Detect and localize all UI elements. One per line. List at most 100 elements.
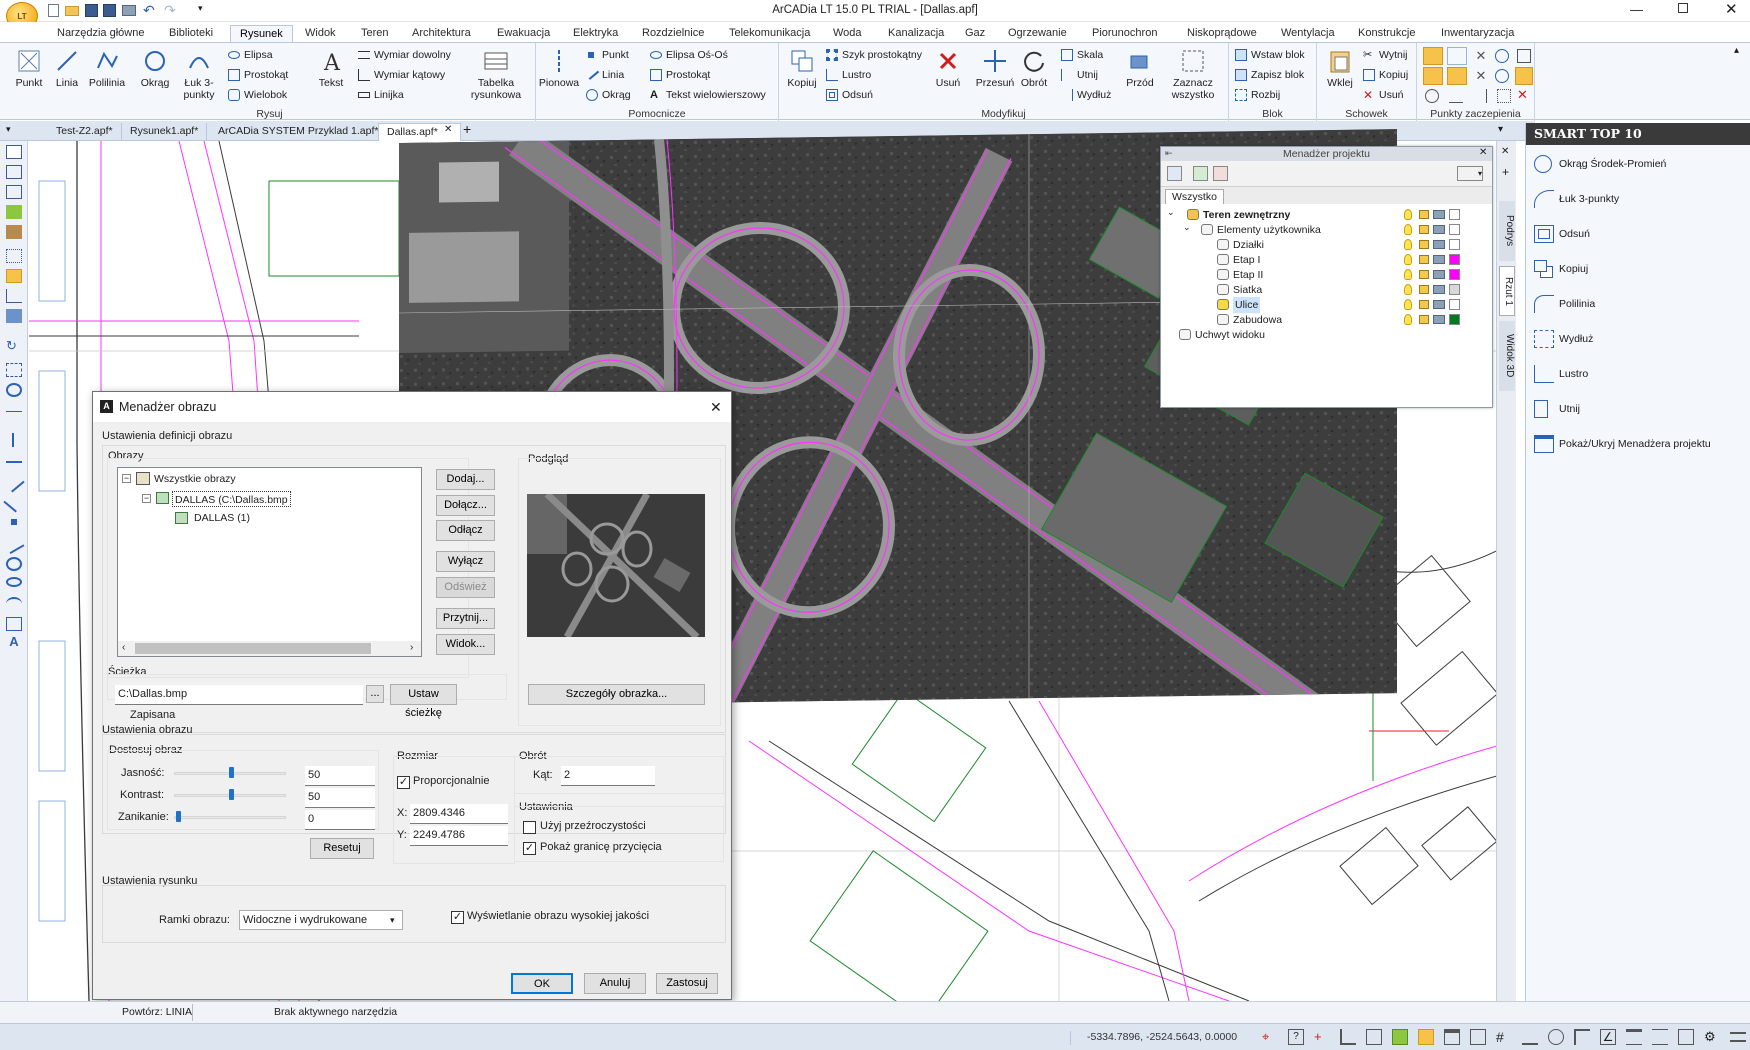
tree-item-all[interactable]: Wszystkie obrazy [154, 471, 236, 487]
visibility-bulb-icon[interactable] [1404, 284, 1412, 295]
ortho-icon[interactable] [1340, 1029, 1356, 1045]
zaznacz-button[interactable]: Zaznacz wszystko [1164, 46, 1222, 102]
x-input[interactable]: 2809.4346 [410, 804, 508, 824]
sort-icon[interactable] [1652, 1029, 1668, 1045]
tab-architektura[interactable]: Architektura [403, 25, 480, 42]
kopiuj-button[interactable]: Kopiuj [781, 46, 823, 102]
tab-teren[interactable]: Teren [352, 25, 398, 42]
lock-icon[interactable] [1419, 300, 1429, 309]
tab-telekomunikacja[interactable]: Telekomunikacja [720, 25, 819, 42]
tree-item-dallas-1[interactable]: DALLAS (1) [194, 510, 250, 526]
qat-menu-chevron-icon[interactable]: ▾ [198, 3, 203, 14]
cursor-icon[interactable]: + [1314, 1029, 1330, 1045]
viewports-icon[interactable] [1678, 1029, 1694, 1045]
visibility-bulb-icon[interactable] [1404, 239, 1412, 250]
punkt-button[interactable]: Punkt [8, 46, 50, 102]
tool-regen-icon[interactable]: ↻ [6, 339, 22, 353]
smart-item-okrag[interactable]: Okrąg Środek-Promień [1526, 151, 1750, 177]
snap-ortho-icon[interactable] [1425, 89, 1439, 103]
pm-tree-item[interactable]: Etap I [1161, 252, 1492, 268]
tool-line2-icon[interactable] [3, 491, 25, 513]
tab-kanalizacja[interactable]: Kanalizacja [879, 25, 953, 42]
tool-text-icon[interactable]: A [6, 635, 22, 649]
zastosuj-button[interactable]: Zastosuj [656, 973, 718, 994]
path-input[interactable]: C:\Dallas.bmp [115, 685, 363, 705]
layer-color-swatch[interactable] [1449, 269, 1460, 280]
tool-window-icon[interactable] [6, 145, 22, 159]
snap-extension-icon[interactable] [1497, 89, 1511, 103]
schowek-usun-button[interactable]: ✕ Usuń [1361, 87, 1404, 103]
layer-color-swatch[interactable] [1449, 314, 1460, 325]
doc-tab-przyklad[interactable]: ArCADia SYSTEM Przyklad 1.apf* [210, 123, 388, 141]
pm-tree-item[interactable]: Siatka [1161, 282, 1492, 298]
open-folder-icon[interactable] [65, 6, 79, 16]
pm-tree-item[interactable]: Działki [1161, 237, 1492, 253]
layer-color-swatch[interactable] [1449, 299, 1460, 310]
ok-button[interactable]: OK [511, 973, 573, 994]
tree-expander-icon[interactable]: ⌄ [1167, 207, 1175, 218]
skala-button[interactable]: Skala [1059, 47, 1103, 63]
pm-tree-item[interactable]: Zabudowa [1161, 312, 1492, 328]
layer-color-swatch[interactable] [1449, 224, 1460, 235]
snap-endpoint-icon[interactable] [1423, 47, 1443, 65]
kontrast-input[interactable]: 50 [305, 788, 375, 808]
lock-icon[interactable] [1419, 225, 1429, 234]
pm-add-green-icon[interactable] [1193, 166, 1208, 181]
przesun-button[interactable]: Przesuń [974, 46, 1016, 102]
angle-icon[interactable]: ∠ [1600, 1029, 1616, 1045]
visibility-bulb-icon[interactable] [1404, 209, 1412, 220]
smart-item-wydluz[interactable]: Wydłuż [1526, 326, 1750, 352]
wytnij-button[interactable]: ✂ Wytnij [1361, 47, 1408, 63]
tab-inwentaryzacja[interactable]: Inwentaryzacja [1432, 25, 1523, 42]
dodaj-button[interactable]: Dodaj... [436, 469, 495, 490]
proporcjonalnie-checkbox[interactable]: ✓ [397, 776, 410, 789]
pm-tree-item[interactable]: Ulice [1161, 297, 1492, 313]
tool-zoom-icon[interactable] [6, 383, 22, 397]
tree-collapse-icon[interactable]: − [122, 474, 131, 483]
tool-list-icon[interactable] [6, 185, 22, 199]
smart-item-odsun[interactable]: Odsuń [1526, 221, 1750, 247]
save-icon[interactable] [85, 4, 98, 17]
pm-tab-wszystko[interactable]: Wszystko [1165, 189, 1224, 204]
pm-view-options-icon[interactable]: ▾ [1457, 166, 1483, 181]
pm-tree-item[interactable]: Uchwyt widoku [1161, 327, 1492, 343]
widok-button[interactable]: Widok... [436, 634, 495, 655]
utnij-button[interactable]: Utnij [1059, 67, 1098, 83]
print-layer-icon[interactable] [1433, 315, 1445, 324]
doc-tab-menu-icon[interactable]: ▾ [6, 124, 11, 135]
luk-button[interactable]: Łuk 3-punkty [174, 46, 224, 102]
ustaw-sciezke-button[interactable]: Ustaw ścieżkę [390, 684, 457, 719]
jasnosc-slider-thumb[interactable] [229, 767, 234, 778]
okrag-button[interactable]: Okrąg [134, 46, 176, 102]
snap-perpendicular-icon[interactable] [1423, 67, 1443, 85]
ribbon-collapse-icon[interactable]: ▴ [1734, 45, 1739, 56]
pm-tree-item[interactable]: Elementy użytkownika [1161, 222, 1492, 238]
pionowa-button[interactable]: Pionowa [538, 46, 580, 102]
smart-item-kopiuj[interactable]: Kopiuj [1526, 256, 1750, 282]
prostokat-button[interactable]: Prostokąt [226, 67, 288, 83]
snap-tracking-icon[interactable] [1473, 89, 1487, 103]
minimize-icon[interactable]: — [1630, 2, 1643, 17]
smart-item-luk[interactable]: Łuk 3-punkty [1526, 186, 1750, 212]
wielobok-button[interactable]: Wielobok [226, 87, 287, 103]
image-icon[interactable] [1418, 1029, 1434, 1045]
pm-tree-item[interactable]: Teren zewnętrzny [1161, 207, 1492, 223]
help-icon[interactable]: ? [1288, 1029, 1304, 1045]
tree-item-dallas[interactable]: DALLAS (C:\Dallas.bmp [172, 491, 291, 507]
restore-icon[interactable] [1678, 3, 1688, 13]
snap-node-icon[interactable] [1517, 49, 1531, 63]
settings-icon[interactable]: ⚙ [1704, 1029, 1720, 1045]
pom-linia-button[interactable]: Linia [584, 66, 624, 83]
smart-item-lustro[interactable]: Lustro [1526, 361, 1750, 387]
lineweight-icon[interactable] [1626, 1029, 1642, 1045]
pm-add-icon[interactable] [1167, 166, 1182, 181]
layer-color-swatch[interactable] [1449, 239, 1460, 250]
pm-close-icon[interactable]: ✕ [1479, 147, 1487, 158]
odlacz-button[interactable]: Odłącz [436, 520, 495, 541]
pom-elipsa-button[interactable]: Elipsa Oś-Oś [648, 47, 728, 63]
polilinia-button[interactable]: Polilinia [86, 46, 128, 102]
pom-punkt-button[interactable]: Punkt [584, 47, 629, 63]
linijka-button[interactable]: Linijka [356, 87, 404, 103]
tool-circle-icon[interactable] [6, 557, 22, 571]
wymiar-dowolny-button[interactable]: Wymiar dowolny [356, 47, 451, 63]
